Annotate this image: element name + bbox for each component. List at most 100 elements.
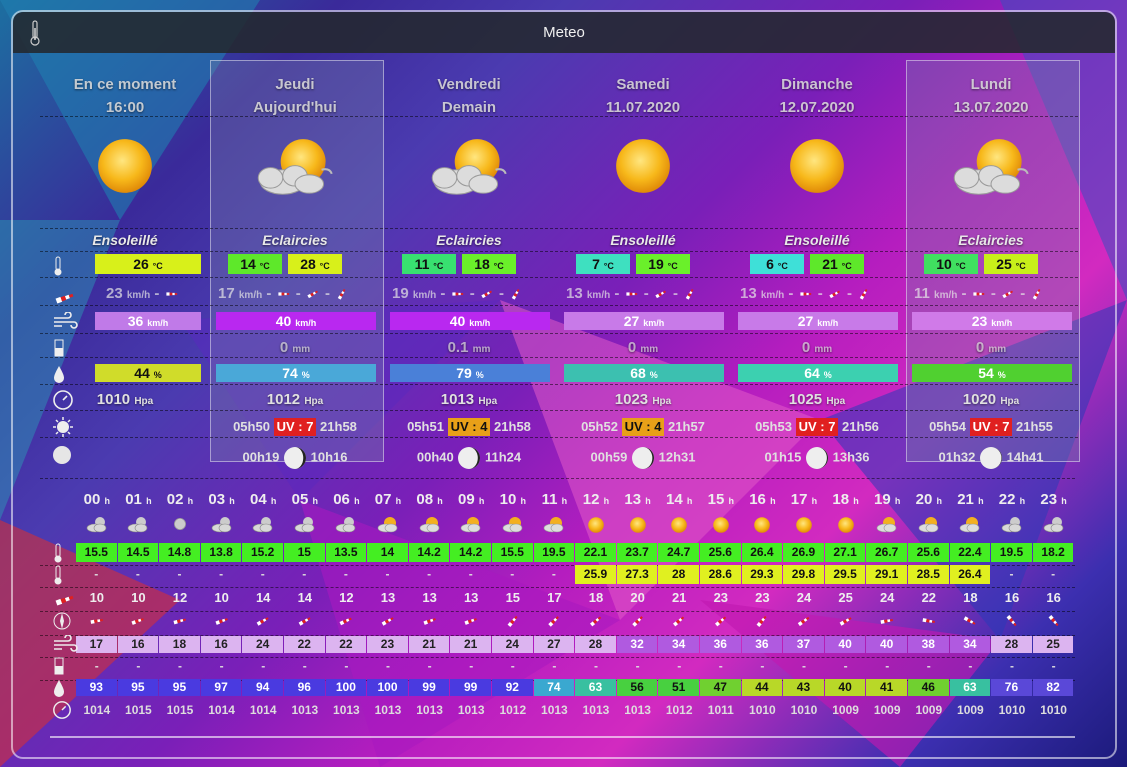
wind-value: 17 <box>218 285 235 302</box>
hour-rain: - <box>968 659 973 673</box>
wind-direction-icon <box>90 619 103 624</box>
hour-unit: h <box>936 496 942 506</box>
wind-direction-icon <box>298 617 311 626</box>
hour-wind: 24 <box>796 590 812 605</box>
wind-unit: km/h <box>934 290 958 301</box>
wind-value: 13 <box>566 285 583 302</box>
pressure-gauge-icon <box>53 701 71 719</box>
gust-unit: km/h <box>817 318 839 328</box>
day-column: Vendredi Demain Eclaircies 11 °C 18 °C 19 km… <box>384 0 554 470</box>
hour-wind: 10 <box>214 590 229 605</box>
hour-label: 08 h <box>409 491 451 508</box>
hour-label: 04 h <box>242 491 284 508</box>
sunrise-time: 05h53 <box>755 419 792 434</box>
humidity-value: 74 <box>282 365 298 381</box>
hour-rain: - <box>469 659 474 673</box>
hour-temp: 25.6 <box>700 543 741 562</box>
hour-icon-wrap <box>825 516 867 539</box>
pressure-gauge-icon <box>52 700 72 725</box>
hour-cloud-night-icon <box>294 517 315 533</box>
wind-direction-icon <box>714 616 726 627</box>
hour-value: 09 <box>458 491 475 508</box>
hour-icon-wrap <box>866 516 908 539</box>
hour-label: 15 h <box>700 491 742 508</box>
temp-max-box: 19 °C <box>636 254 690 274</box>
humidity-unit: % <box>997 370 1006 380</box>
hour-wind: 13 <box>422 590 437 605</box>
hour-wind-direction <box>201 612 243 630</box>
hour-pressure: 1013 <box>416 703 443 717</box>
hour-label: 00 h <box>76 491 118 508</box>
current-temp-box: 26 °C <box>95 254 201 274</box>
thermometer-icon <box>54 543 62 563</box>
hour-icon-wrap <box>409 516 451 539</box>
hourly-bottom-separator <box>50 736 1075 738</box>
hour-wind: 17 <box>547 590 562 605</box>
hour-pressure: 1013 <box>541 703 568 717</box>
hour-icon-wrap <box>76 516 118 539</box>
hour-pressure: 1013 <box>624 703 651 717</box>
hour-humidity: 76 <box>991 679 1032 696</box>
hour-label: 06 h <box>326 491 368 508</box>
hour-value: 05 <box>291 491 309 508</box>
wind-direction-icon <box>215 618 228 625</box>
hour-gust: 22 <box>325 636 367 653</box>
hour-wind-direction <box>617 612 659 630</box>
hour-wind-direction <box>159 612 201 630</box>
rain-gauge-icon <box>54 339 64 357</box>
temp-min-value: 7 <box>592 256 600 272</box>
wind-value: 13 <box>740 285 757 302</box>
moonset-time: 11h24 <box>484 449 522 465</box>
hour-value: 06 <box>333 491 350 508</box>
windsock-icon <box>860 289 868 300</box>
hour-icon-wrap <box>950 516 992 539</box>
gust-unit: km/h <box>469 318 491 328</box>
hour-unit: h <box>395 496 402 506</box>
hour-unit: h <box>104 496 110 506</box>
partly-cloudy-icon <box>953 139 1029 195</box>
rain-value: 0 <box>975 339 985 356</box>
windsock-icon <box>1002 290 1014 299</box>
pressure-value: 1010 <box>96 391 131 408</box>
temp-max-value: 25 <box>996 256 1012 272</box>
hour-icon-wrap <box>118 516 160 539</box>
hour-feels-like: - <box>427 567 432 581</box>
hour-value: 18 <box>832 491 850 508</box>
wind-unit: km/h <box>412 290 437 301</box>
hour-rain: - <box>385 659 390 673</box>
hour-icon-wrap <box>575 516 617 539</box>
hour-rain: - <box>261 659 266 673</box>
wind-speed: 23 km/h - <box>106 285 180 302</box>
hour-label: 21 h <box>950 491 992 508</box>
hour-temp: 25.6 <box>908 543 949 562</box>
hour-wind-direction <box>950 612 992 630</box>
windsock-icon <box>165 292 177 296</box>
pressure-unit: Hpa <box>134 396 154 407</box>
wind-unit: km/h <box>238 290 263 301</box>
hour-sun-icon <box>754 517 771 533</box>
hour-label: 11 h <box>534 491 576 508</box>
hour-rain: - <box>926 659 931 673</box>
hour-partly-cloudy-icon <box>876 517 897 533</box>
hour-feels-like: - <box>1051 567 1056 581</box>
hour-feels-like: 29.3 <box>741 565 783 584</box>
hour-gust: 21 <box>450 636 491 653</box>
temp-unit: °C <box>667 261 678 271</box>
hour-partly-cloudy-icon <box>918 517 939 533</box>
weather-icon-wrap <box>558 135 728 202</box>
hour-rain: - <box>219 659 224 673</box>
gust-box: 36 km/h <box>95 312 201 330</box>
hour-icon-wrap <box>617 516 659 539</box>
hour-gust: 40 <box>866 636 907 653</box>
humidity-box: 79 % <box>390 364 550 382</box>
hour-pressure: 1013 <box>374 703 402 717</box>
hour-wind: 18 <box>963 590 978 605</box>
hour-icon-wrap <box>242 516 284 539</box>
windsock-icon <box>799 292 811 296</box>
hour-wind-direction <box>492 612 534 630</box>
hour-icon-wrap <box>700 516 742 539</box>
hour-humidity: 74 <box>533 679 575 696</box>
thermometer-icon <box>52 256 64 281</box>
hour-value: 17 <box>790 491 808 508</box>
temp-min-value: 14 <box>240 256 256 272</box>
